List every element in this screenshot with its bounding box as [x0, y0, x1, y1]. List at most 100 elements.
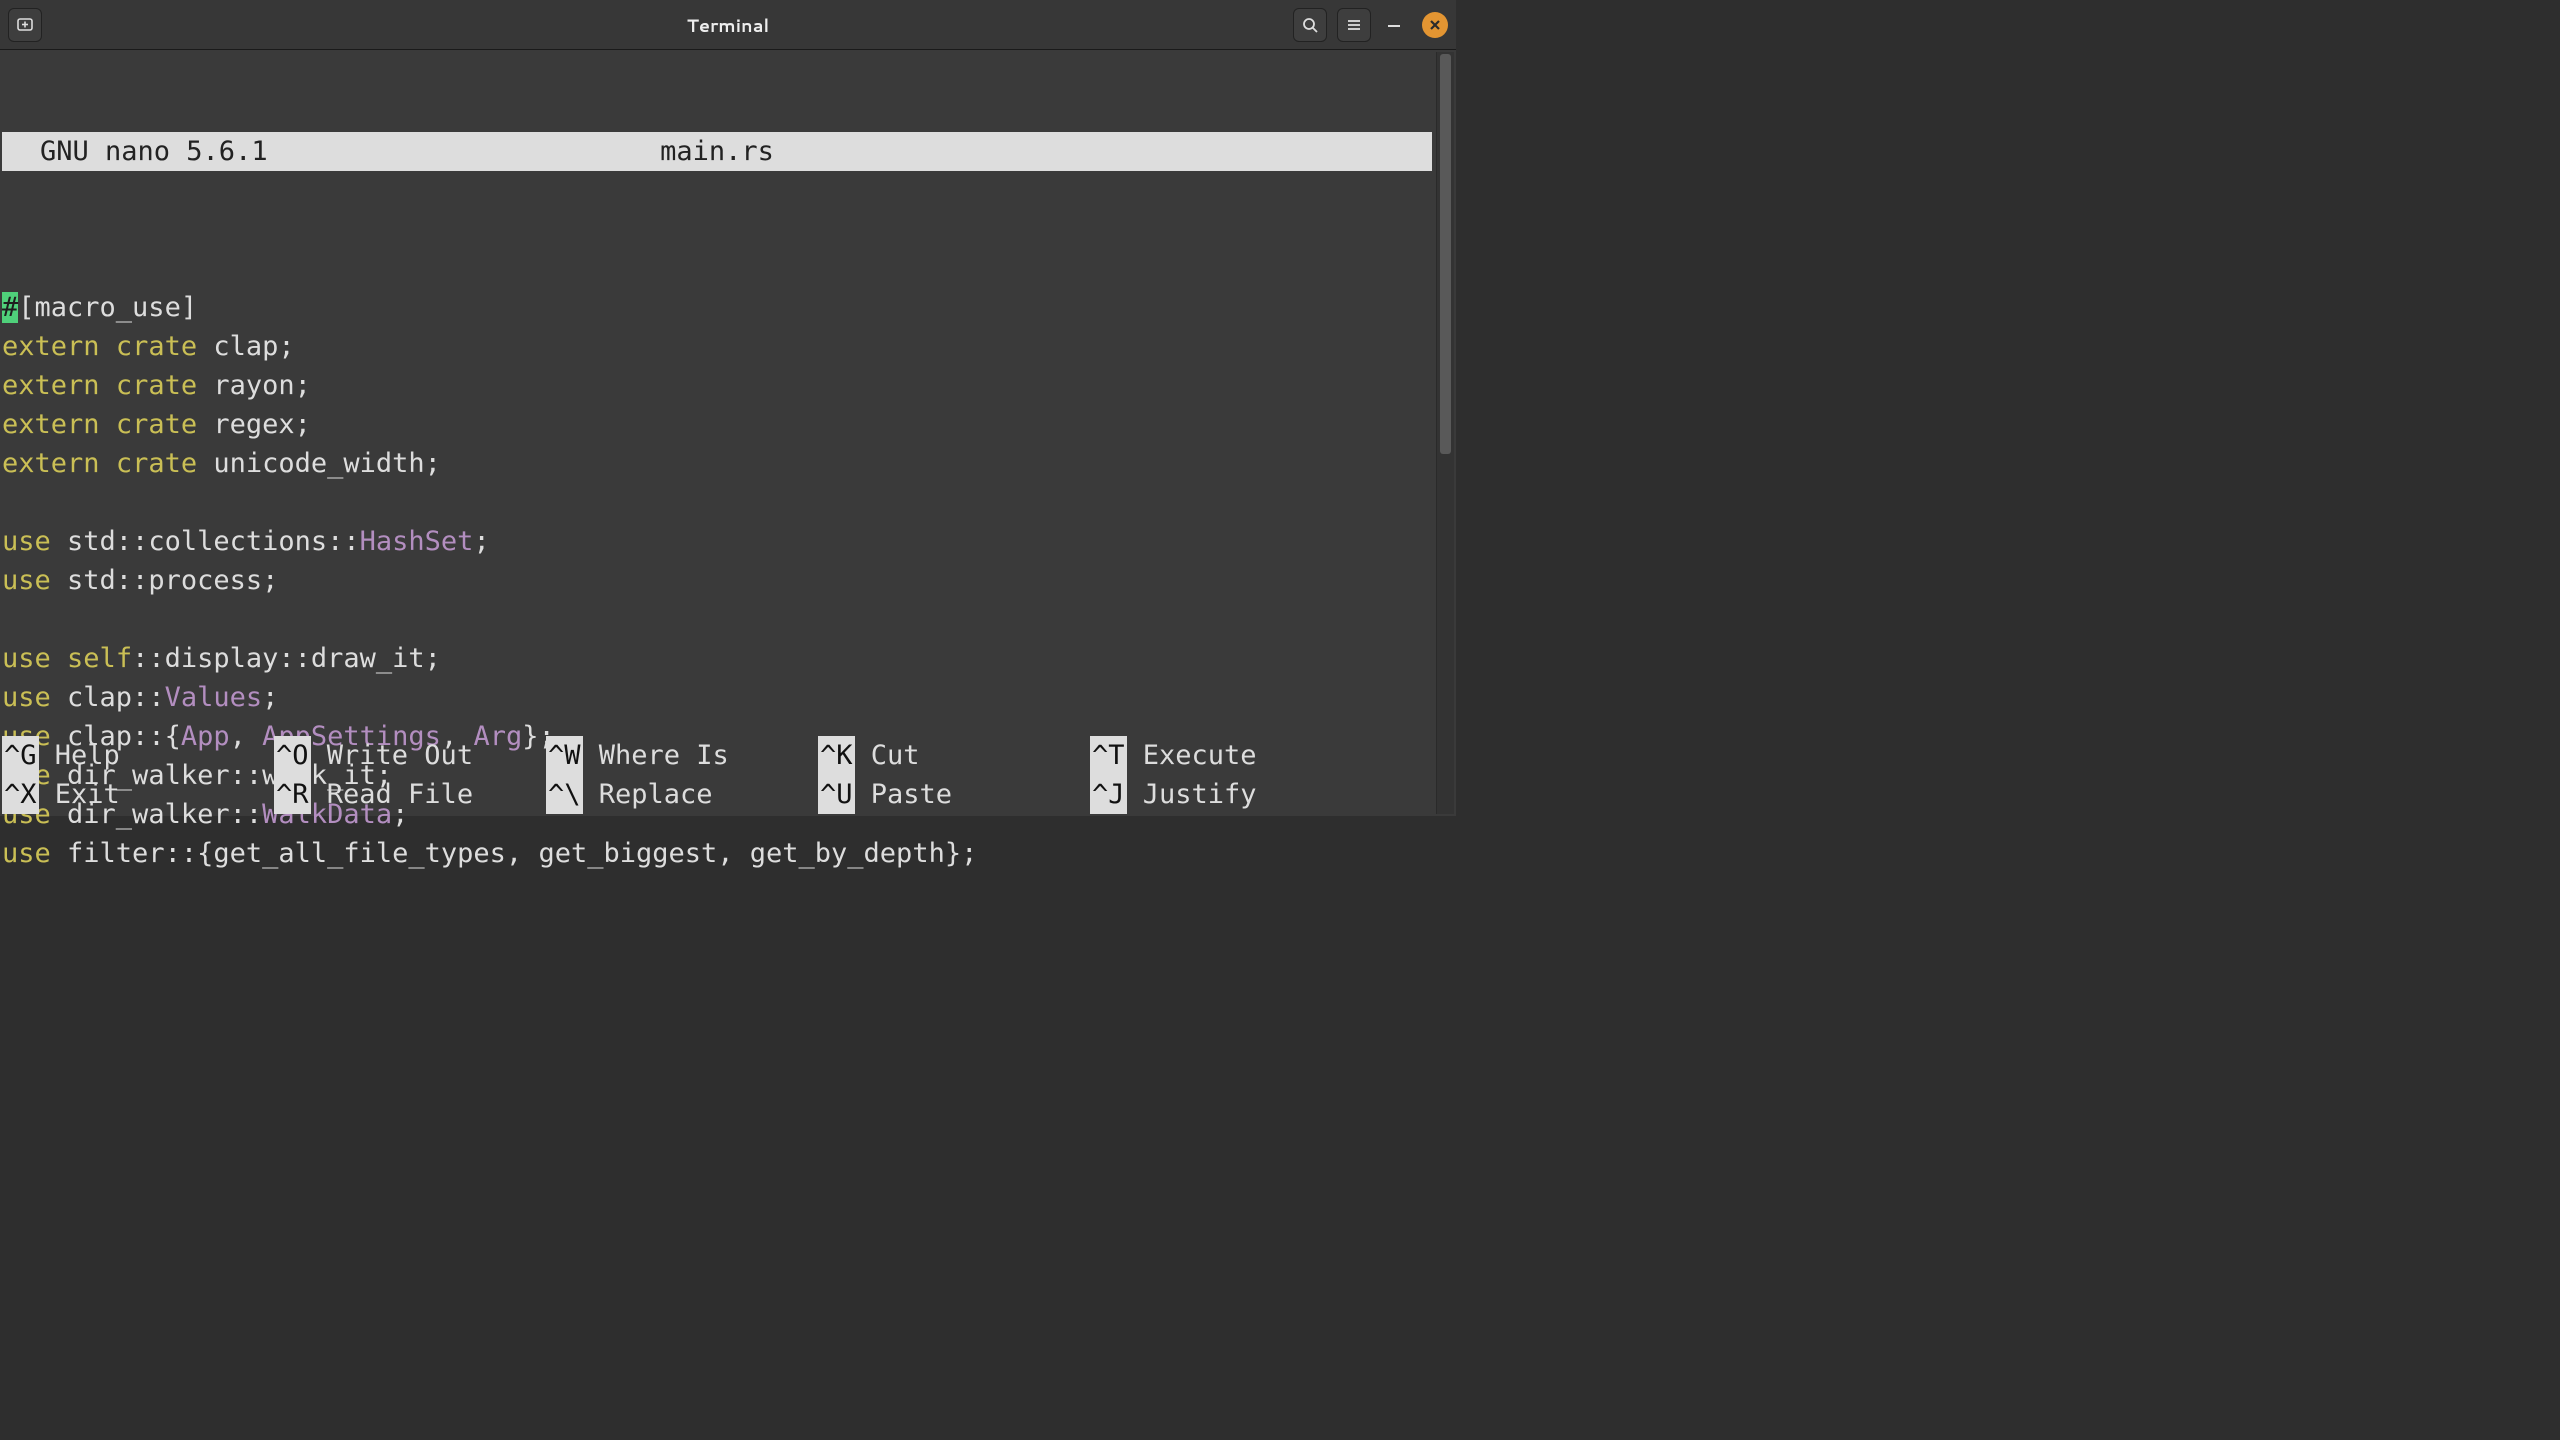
code-line[interactable]: use self::display::draw_it;: [2, 639, 1432, 678]
code-token: ::display::draw_it;: [132, 643, 441, 674]
code-token: use: [2, 682, 51, 713]
code-line[interactable]: use std::collections::HashSet;: [2, 522, 1432, 561]
window-titlebar: Terminal: [0, 0, 1456, 50]
help-key: ^R: [274, 775, 311, 814]
help-item: ^G Help: [2, 736, 274, 775]
help-item: ^O Write Out: [274, 736, 546, 775]
code-token: extern: [2, 331, 100, 362]
code-token: extern: [2, 409, 100, 440]
help-row: ^G Help^O Write Out^W Where Is^K Cut^T E…: [2, 736, 1432, 775]
scrollbar[interactable]: [1436, 52, 1454, 814]
close-button[interactable]: [1422, 12, 1448, 38]
help-label: Where Is: [583, 736, 729, 775]
code-token: crate: [116, 409, 197, 440]
code-token: clap::: [51, 682, 165, 713]
help-label: Help: [39, 736, 120, 775]
minimize-icon: [1384, 12, 1404, 32]
menu-button[interactable]: [1337, 8, 1371, 42]
code-line[interactable]: extern crate regex;: [2, 405, 1432, 444]
help-item: ^X Exit: [2, 775, 274, 814]
nano-header: GNU nano 5.6.1 main.rs: [2, 132, 1432, 171]
code-token: #: [2, 292, 18, 323]
terminal-pane: GNU nano 5.6.1 main.rs #[macro_use]exter…: [0, 50, 1456, 816]
code-token: crate: [116, 448, 197, 479]
scrollbar-thumb[interactable]: [1440, 54, 1451, 454]
code-token: [2, 487, 18, 518]
code-token: extern: [2, 448, 100, 479]
code-token: clap;: [197, 331, 295, 362]
hamburger-icon: [1345, 16, 1363, 34]
code-token: [2, 604, 18, 635]
code-token: std::process;: [51, 565, 279, 596]
code-token: [100, 370, 116, 401]
help-label: Exit: [39, 775, 120, 814]
search-button[interactable]: [1293, 8, 1327, 42]
code-token: [51, 643, 67, 674]
help-key: ^X: [2, 775, 39, 814]
code-line[interactable]: extern crate clap;: [2, 327, 1432, 366]
help-key: ^T: [1090, 736, 1127, 775]
help-key: ^G: [2, 736, 39, 775]
code-token: use: [2, 526, 51, 557]
code-token: extern: [2, 370, 100, 401]
code-token: rayon;: [197, 370, 311, 401]
code-token: HashSet: [360, 526, 474, 557]
help-row: ^X Exit^R Read File^\ Replace^U Paste^J …: [2, 775, 1432, 814]
search-icon: [1301, 16, 1319, 34]
help-item: ^T Execute: [1090, 736, 1362, 775]
help-key: ^O: [274, 736, 311, 775]
code-token: ;: [473, 526, 489, 557]
new-tab-icon: [16, 16, 34, 34]
code-token: regex;: [197, 409, 311, 440]
code-line[interactable]: [2, 483, 1432, 522]
code-line[interactable]: use std::process;: [2, 561, 1432, 600]
code-token: ;: [262, 682, 278, 713]
help-label: Write Out: [311, 736, 474, 775]
code-token: unicode_width;: [197, 448, 441, 479]
code-line[interactable]: use clap::Values;: [2, 678, 1432, 717]
code-token: use: [2, 838, 51, 869]
help-label: Cut: [855, 736, 920, 775]
titlebar-right: [1285, 8, 1456, 42]
code-line[interactable]: #[macro_use]: [2, 288, 1432, 327]
nano-filename: main.rs: [2, 132, 1432, 171]
code-token: [100, 409, 116, 440]
code-token: Values: [165, 682, 263, 713]
code-token: [100, 331, 116, 362]
code-line[interactable]: extern crate unicode_width;: [2, 444, 1432, 483]
help-key: ^K: [818, 736, 855, 775]
help-key: ^U: [818, 775, 855, 814]
code-token: [macro_use]: [18, 292, 197, 323]
help-key: ^\: [546, 775, 583, 814]
code-token: crate: [116, 370, 197, 401]
help-label: Execute: [1127, 736, 1257, 775]
help-item: ^W Where Is: [546, 736, 818, 775]
help-label: Read File: [311, 775, 474, 814]
help-label: Replace: [583, 775, 713, 814]
help-key: ^W: [546, 736, 583, 775]
code-token: [100, 448, 116, 479]
window-title: Terminal: [0, 12, 1456, 38]
nano-helpbar: ^G Help^O Write Out^W Where Is^K Cut^T E…: [2, 736, 1432, 816]
help-item: ^R Read File: [274, 775, 546, 814]
code-token: crate: [116, 331, 197, 362]
minimize-button[interactable]: [1376, 9, 1412, 40]
code-token: std::collections::: [51, 526, 360, 557]
code-token: self: [67, 643, 132, 674]
help-label: Justify: [1127, 775, 1257, 814]
help-item: ^J Justify: [1090, 775, 1362, 814]
code-line[interactable]: use filter::{get_all_file_types, get_big…: [2, 834, 1432, 873]
code-token: use: [2, 565, 51, 596]
terminal-content[interactable]: GNU nano 5.6.1 main.rs #[macro_use]exter…: [2, 54, 1432, 816]
close-icon: [1428, 18, 1442, 32]
code-line[interactable]: [2, 600, 1432, 639]
code-token: use: [2, 643, 51, 674]
code-line[interactable]: extern crate rayon;: [2, 366, 1432, 405]
help-key: ^J: [1090, 775, 1127, 814]
help-item: ^\ Replace: [546, 775, 818, 814]
code-token: filter::{get_all_file_types, get_biggest…: [51, 838, 978, 869]
help-label: Paste: [855, 775, 953, 814]
help-item: ^K Cut: [818, 736, 1090, 775]
help-item: ^U Paste: [818, 775, 1090, 814]
new-tab-button[interactable]: [8, 8, 42, 42]
